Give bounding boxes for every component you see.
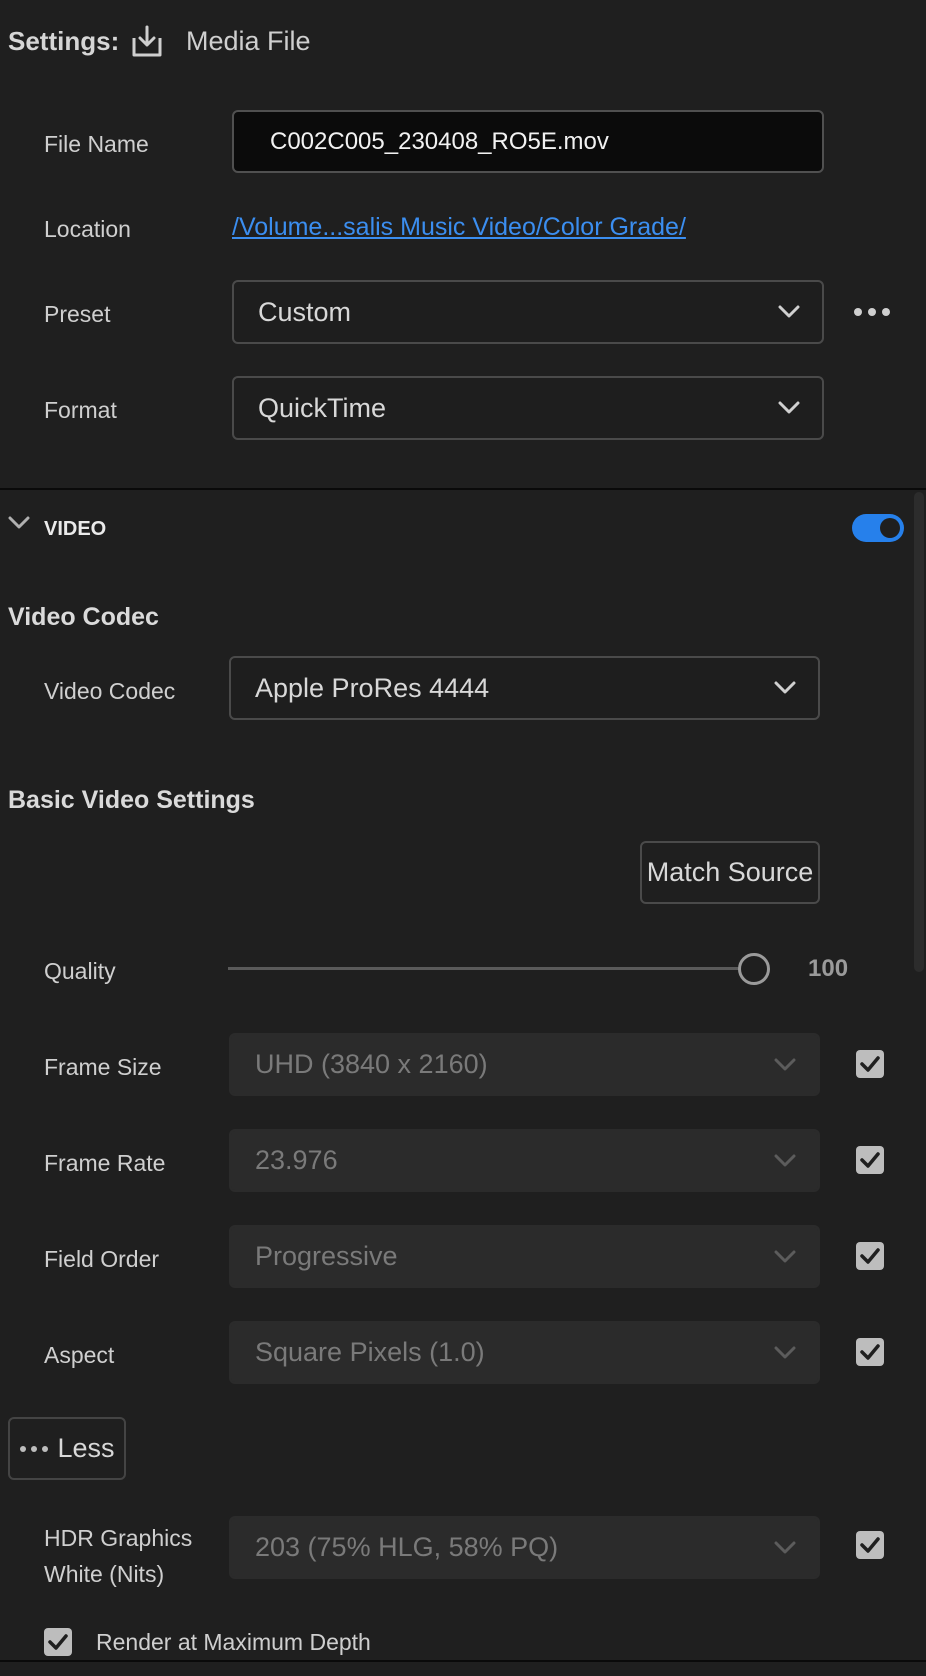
render-max-depth-label: Render at Maximum Depth [96,1629,371,1655]
checkmark-icon [860,1344,880,1360]
checkmark-icon [860,1248,880,1264]
quality-slider-thumb[interactable] [738,953,770,985]
hdr-white-value: 203 (75% HLG, 58% PQ) [255,1532,559,1562]
frame-rate-dropdown[interactable]: 23.976 [229,1129,820,1192]
quality-value: 100 [808,955,849,982]
preset-label: Preset [44,301,111,327]
checkmark-icon [860,1056,880,1072]
checkmark-icon [860,1537,880,1553]
chevron-down-icon [778,401,800,414]
more-dots-icon [20,1445,49,1452]
less-button[interactable]: Less [8,1417,126,1480]
frame-size-match-checkbox[interactable] [856,1050,884,1078]
checkmark-icon [48,1634,68,1650]
chevron-down-icon [778,305,800,318]
format-label: Format [44,397,117,423]
video-enable-toggle[interactable] [852,514,904,542]
aspect-value: Square Pixels (1.0) [255,1337,485,1367]
file-name-input[interactable]: C002C005_230408_RO5E.mov [232,110,824,173]
field-order-dropdown[interactable]: Progressive [229,1225,820,1288]
less-button-label: Less [57,1433,115,1463]
hdr-white-match-checkbox[interactable] [856,1531,884,1559]
hdr-white-dropdown[interactable]: 203 (75% HLG, 58% PQ) [229,1516,820,1579]
video-codec-label: Video Codec [44,678,176,704]
more-options-icon[interactable] [852,302,892,322]
frame-rate-label: Frame Rate [44,1150,166,1176]
render-max-depth-checkbox[interactable] [44,1628,72,1656]
frame-rate-value: 23.976 [255,1145,338,1175]
file-name-label: File Name [44,131,149,157]
section-divider [0,488,926,490]
frame-size-value: UHD (3840 x 2160) [255,1049,488,1079]
format-dropdown[interactable]: QuickTime [232,376,824,440]
chevron-down-icon [774,1250,796,1262]
chevron-down-icon [774,1154,796,1166]
download-icon[interactable] [130,24,164,58]
video-section-title: VIDEO [44,518,107,540]
aspect-dropdown[interactable]: Square Pixels (1.0) [229,1321,820,1384]
frame-rate-match-checkbox[interactable] [856,1146,884,1174]
bottom-divider [0,1660,926,1662]
preset-dropdown[interactable]: Custom [232,280,824,344]
chevron-down-icon [774,1541,796,1553]
location-link[interactable]: /Volume...salis Music Video/Color Grade/ [232,213,686,242]
frame-size-dropdown[interactable]: UHD (3840 x 2160) [229,1033,820,1096]
aspect-match-checkbox[interactable] [856,1338,884,1366]
match-source-button[interactable]: Match Source [640,841,820,904]
file-name-value: C002C005_230408_RO5E.mov [270,127,609,155]
field-order-value: Progressive [255,1241,398,1271]
hdr-white-label-line2: White (Nits) [44,1561,165,1587]
chevron-down-icon [774,1058,796,1070]
video-codec-value: Apple ProRes 4444 [255,672,490,703]
scrollbar[interactable] [914,492,924,972]
hdr-white-label-line1: HDR Graphics [44,1525,193,1551]
settings-label: Settings: [8,26,120,56]
checkmark-icon [860,1152,880,1168]
video-codec-dropdown[interactable]: Apple ProRes 4444 [229,656,820,720]
frame-size-label: Frame Size [44,1054,162,1080]
hdr-white-label: HDR Graphics White (Nits) [44,1520,192,1592]
chevron-down-icon [774,681,796,694]
basic-video-heading: Basic Video Settings [8,786,255,814]
quality-label: Quality [44,958,116,984]
aspect-label: Aspect [44,1342,115,1368]
format-value: QuickTime [258,392,387,423]
collapse-chevron-icon[interactable] [8,516,30,530]
field-order-match-checkbox[interactable] [856,1242,884,1270]
field-order-label: Field Order [44,1246,160,1272]
chevron-down-icon [774,1346,796,1358]
destination-label: Media File [186,26,311,56]
video-codec-heading: Video Codec [8,603,159,631]
preset-value: Custom [258,296,352,327]
quality-slider-track[interactable] [228,967,752,970]
location-label: Location [44,216,131,242]
